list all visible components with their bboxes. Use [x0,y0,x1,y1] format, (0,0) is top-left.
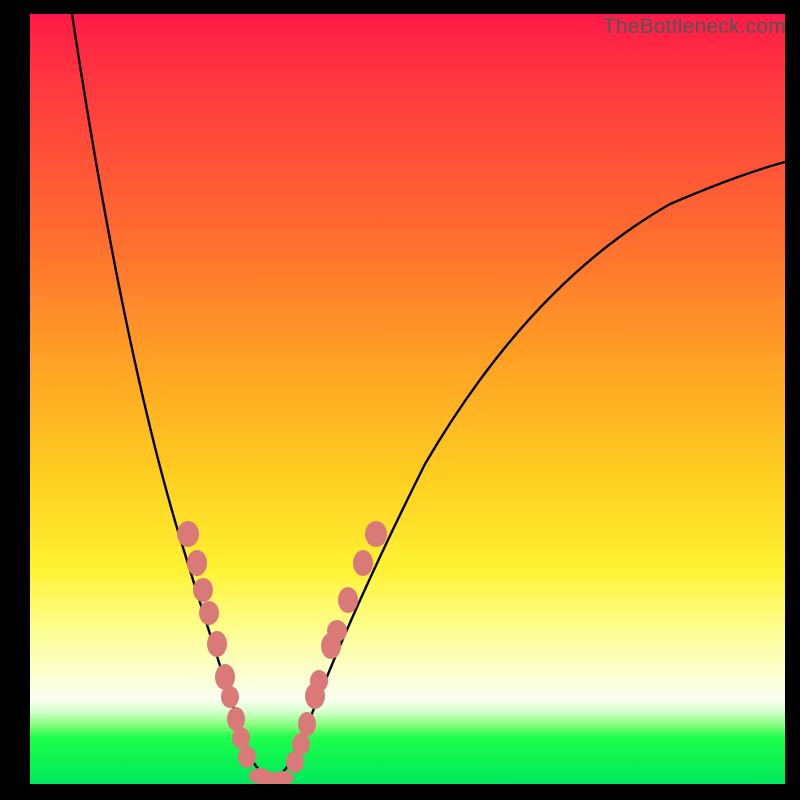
chart-svg [30,14,785,784]
marker-cluster-right [286,521,387,773]
curve-right-branch [273,162,785,779]
marker-cluster-left [177,521,294,784]
watermark-text: TheBottleneck.com [603,15,786,39]
curve-left-branch [72,14,273,779]
plot-area [30,14,785,784]
chart-frame: TheBottleneck.com [0,0,800,800]
